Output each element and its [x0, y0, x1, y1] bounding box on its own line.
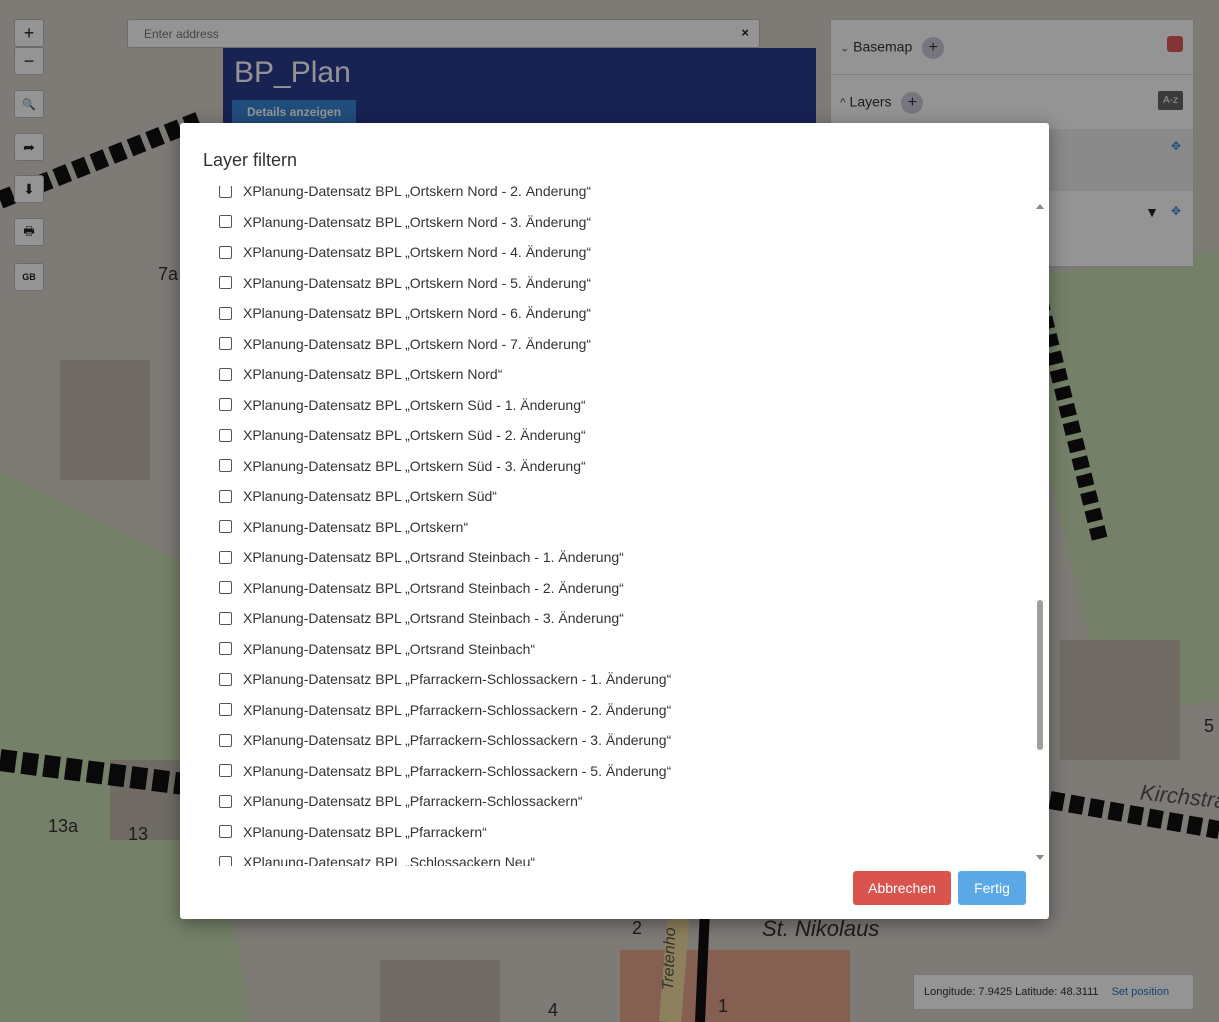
layer-filter-label: XPlanung-Datensatz BPL „Schlossackern Ne… — [243, 854, 536, 866]
layer-filter-item[interactable]: XPlanung-Datensatz BPL „Pfarrackern-Schl… — [210, 664, 671, 695]
layer-checkbox[interactable] — [219, 733, 232, 747]
layer-checkbox[interactable] — [219, 611, 232, 625]
layer-checkbox[interactable] — [219, 825, 232, 839]
layer-filter-label: XPlanung-Datensatz BPL „Ortskern Nord - … — [243, 305, 592, 322]
dialog-title: Layer filtern — [203, 150, 298, 170]
done-button[interactable]: Fertig — [958, 871, 1026, 905]
layer-checkbox[interactable] — [219, 581, 232, 595]
layer-filter-label: XPlanung-Datensatz BPL „Ortskern Nord - … — [243, 186, 592, 200]
layer-checkbox[interactable] — [219, 550, 232, 564]
layer-checkbox[interactable] — [219, 245, 232, 259]
layer-filter-label: XPlanung-Datensatz BPL „Pfarrackern-Schl… — [243, 701, 672, 718]
layer-filter-label: XPlanung-Datensatz BPL „Ortsrand Steinba… — [243, 579, 624, 596]
layer-filter-item[interactable]: XPlanung-Datensatz BPL „Ortskern Süd - 1… — [210, 390, 671, 421]
layer-filter-label: XPlanung-Datensatz BPL „Pfarrackern-Schl… — [243, 793, 583, 810]
layer-checkbox[interactable] — [219, 428, 232, 442]
layer-checkbox[interactable] — [219, 489, 232, 503]
layer-checkbox[interactable] — [219, 337, 232, 351]
layer-filter-label: XPlanung-Datensatz BPL „Pfarrackern-Schl… — [243, 671, 672, 688]
layer-filter-label: XPlanung-Datensatz BPL „Ortskern“ — [243, 518, 469, 535]
layer-checkbox[interactable] — [219, 672, 232, 686]
layer-filter-item[interactable]: XPlanung-Datensatz BPL „Ortskern Nord - … — [210, 237, 671, 268]
layer-filter-label: XPlanung-Datensatz BPL „Ortsrand Steinba… — [243, 610, 624, 627]
layer-filter-label: XPlanung-Datensatz BPL „Ortskern Nord - … — [243, 213, 592, 230]
layer-filter-item[interactable]: XPlanung-Datensatz BPL „Pfarrackern-Schl… — [210, 756, 671, 787]
layer-filter-item[interactable]: XPlanung-Datensatz BPL „Pfarrackern“ — [210, 817, 671, 848]
cancel-button[interactable]: Abbrechen — [853, 871, 951, 905]
layer-filter-item[interactable]: XPlanung-Datensatz BPL „Pfarrackern-Schl… — [210, 695, 671, 726]
scroll-up-icon[interactable] — [1036, 204, 1044, 209]
layer-checkbox[interactable] — [219, 459, 232, 473]
layer-filter-item[interactable]: XPlanung-Datensatz BPL „Ortskern Nord“ — [210, 359, 671, 390]
layer-filter-item[interactable]: XPlanung-Datensatz BPL „Pfarrackern-Schl… — [210, 786, 671, 817]
layer-checkbox[interactable] — [219, 367, 232, 381]
layer-filter-list[interactable]: XPlanung-Datensatz BPL „Ortskern Nord - … — [210, 186, 1035, 866]
layer-checkbox[interactable] — [219, 642, 232, 656]
layer-filter-item[interactable]: XPlanung-Datensatz BPL „Ortskern Nord - … — [210, 329, 671, 360]
layer-filter-item[interactable]: XPlanung-Datensatz BPL „Ortsrand Steinba… — [210, 573, 671, 604]
layer-checkbox[interactable] — [219, 764, 232, 778]
layer-filter-label: XPlanung-Datensatz BPL „Ortskern Nord - … — [243, 335, 592, 352]
layer-filter-label: XPlanung-Datensatz BPL „Ortskern Nord“ — [243, 366, 503, 383]
layer-filter-label: XPlanung-Datensatz BPL „Ortskern Süd - 3… — [243, 457, 586, 474]
layer-filter-item[interactable]: XPlanung-Datensatz BPL „Ortskern Süd - 2… — [210, 420, 671, 451]
layer-filter-item[interactable]: XPlanung-Datensatz BPL „Ortsrand Steinba… — [210, 634, 671, 665]
layer-filter-item[interactable]: XPlanung-Datensatz BPL „Ortskern Nord - … — [210, 298, 671, 329]
layer-filter-label: XPlanung-Datensatz BPL „Ortskern Nord - … — [243, 274, 592, 291]
layer-filter-item[interactable]: XPlanung-Datensatz BPL „Ortskern Süd - 3… — [210, 451, 671, 482]
scrollbar-thumb[interactable] — [1037, 600, 1043, 750]
layer-checkbox[interactable] — [219, 186, 232, 198]
layer-filter-item[interactable]: XPlanung-Datensatz BPL „Ortskern Nord - … — [210, 186, 671, 207]
layer-filter-item[interactable]: XPlanung-Datensatz BPL „Pfarrackern-Schl… — [210, 725, 671, 756]
layer-filter-dialog: Layer filtern XPlanung-Datensatz BPL „Or… — [180, 123, 1049, 919]
layer-filter-item[interactable]: XPlanung-Datensatz BPL „Schlossackern Ne… — [210, 847, 671, 866]
scroll-down-icon[interactable] — [1036, 855, 1044, 860]
layer-checkbox[interactable] — [219, 276, 232, 290]
layer-filter-label: XPlanung-Datensatz BPL „Ortskern Nord - … — [243, 244, 592, 261]
layer-checkbox[interactable] — [219, 398, 232, 412]
dialog-footer: Abbrechen Fertig — [180, 868, 1049, 913]
layer-checkbox[interactable] — [219, 306, 232, 320]
layer-filter-item[interactable]: XPlanung-Datensatz BPL „Ortskern Nord - … — [210, 207, 671, 238]
layer-filter-label: XPlanung-Datensatz BPL „Ortskern Süd - 2… — [243, 427, 586, 444]
layer-filter-label: XPlanung-Datensatz BPL „Ortsrand Steinba… — [243, 549, 624, 566]
layer-filter-label: XPlanung-Datensatz BPL „Ortskern Süd“ — [243, 488, 497, 505]
layer-filter-item[interactable]: XPlanung-Datensatz BPL „Ortskern Nord - … — [210, 268, 671, 299]
layer-filter-label: XPlanung-Datensatz BPL „Pfarrackern-Schl… — [243, 732, 672, 749]
layer-filter-item[interactable]: XPlanung-Datensatz BPL „Ortsrand Steinba… — [210, 542, 671, 573]
layer-filter-label: XPlanung-Datensatz BPL „Pfarrackern“ — [243, 823, 487, 840]
layer-filter-label: XPlanung-Datensatz BPL „Pfarrackern-Schl… — [243, 762, 672, 779]
layer-checkbox[interactable] — [219, 703, 232, 717]
layer-checkbox[interactable] — [219, 855, 232, 866]
layer-filter-item[interactable]: XPlanung-Datensatz BPL „Ortsrand Steinba… — [210, 603, 671, 634]
list-scrollbar[interactable] — [1033, 198, 1045, 860]
layer-checkbox[interactable] — [219, 794, 232, 808]
layer-checkbox[interactable] — [219, 520, 232, 534]
layer-filter-label: XPlanung-Datensatz BPL „Ortsrand Steinba… — [243, 640, 536, 657]
layer-filter-label: XPlanung-Datensatz BPL „Ortskern Süd - 1… — [243, 396, 586, 413]
layer-filter-item[interactable]: XPlanung-Datensatz BPL „Ortskern“ — [210, 512, 671, 543]
layer-checkbox[interactable] — [219, 215, 232, 229]
layer-filter-item[interactable]: XPlanung-Datensatz BPL „Ortskern Süd“ — [210, 481, 671, 512]
